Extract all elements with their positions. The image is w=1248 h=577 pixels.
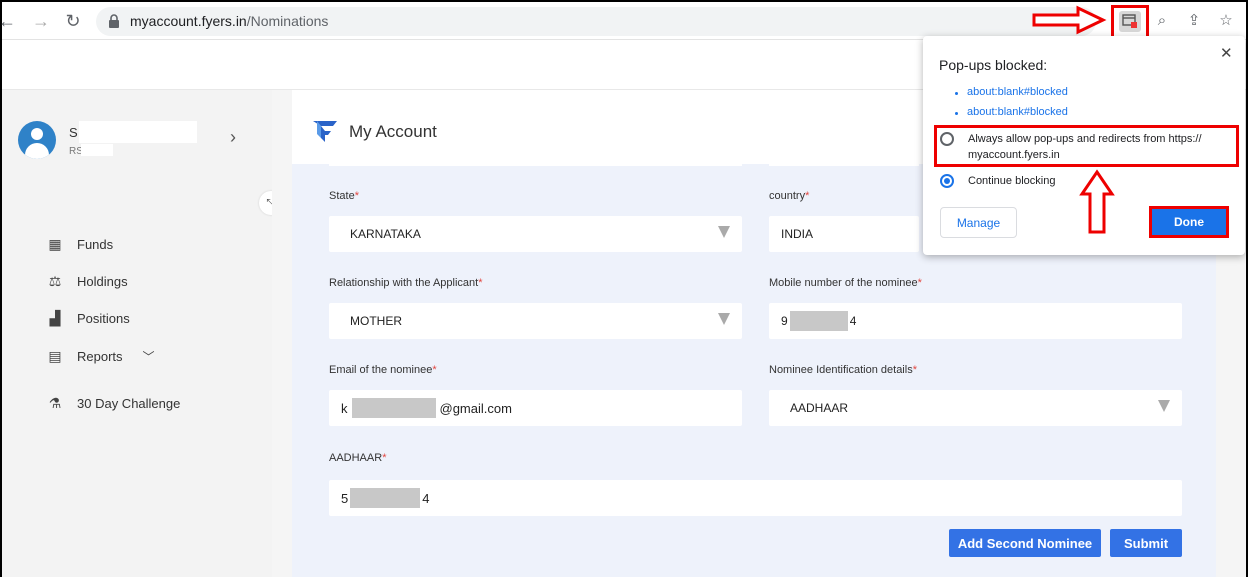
email-input[interactable]: k @gmail.com [329,390,742,426]
sidebar-item-30-day-challenge[interactable]: ⚗ 30 Day Challenge [46,393,181,413]
sidebar-item-positions[interactable]: ▟ Positions [46,308,130,328]
id-label: Nominee Identification details* [769,364,917,376]
back-button[interactable]: ← [0,10,18,32]
bookmark-star-icon[interactable]: ☆ [1216,11,1236,31]
continue-blocking-label: Continue blocking [968,175,1056,187]
user-name: S [69,125,78,140]
redaction-mask [350,488,421,508]
positions-icon: ▟ [49,310,61,326]
user-id-redaction [81,144,113,156]
avatar[interactable] [18,121,56,159]
allow-popups-label: Always allow pop-ups and redirects from … [968,133,1202,161]
continue-blocking-radio[interactable] [940,174,954,188]
blocked-link-1[interactable]: about:blank#blocked [967,86,1068,98]
share-icon[interactable]: ⇪ [1184,11,1204,31]
sidebar-item-funds[interactable]: ▦ Funds [46,234,113,254]
sidebar: S RS › ⤡ ▦ Funds ⚖ Holdings ▟ Positions … [2,90,283,577]
popup-blocked-icon [1122,14,1137,28]
page-title: My Account [349,122,437,141]
email-label: Email of the nominee* [329,364,437,376]
mobile-label: Mobile number of the nominee* [769,277,922,289]
annotation-arrow-right [1032,5,1107,35]
country-label: country* [769,190,810,202]
flask-icon: ⚗ [48,395,62,411]
state-select[interactable]: KARNATAKA [329,216,742,252]
url-text: myaccount.fyers.in/Nominations [130,13,329,29]
reports-icon: ▤ [48,348,62,364]
id-select[interactable]: AADHAAR [769,390,1182,426]
blocked-link-2[interactable]: about:blank#blocked [967,106,1068,118]
user-name-redaction [79,121,197,143]
dropdown-caret-icon [1158,400,1170,412]
mobile-input[interactable]: 9 4 [769,303,1182,339]
popup-blocked-button[interactable] [1119,11,1141,32]
allow-popups-radio[interactable] [940,132,954,146]
country-input[interactable]: INDIA [769,216,919,252]
redaction-mask [351,398,436,418]
add-second-nominee-button[interactable]: Add Second Nominee [949,529,1101,557]
dropdown-caret-icon [718,313,730,325]
holdings-icon: ⚖ [48,273,62,289]
field-partial-right [769,156,919,166]
address-bar[interactable]: myaccount.fyers.in/Nominations [96,7,1096,36]
chevron-right-icon[interactable]: › [230,127,236,148]
aadhaar-input[interactable]: 5 4 [329,480,1182,516]
funds-icon: ▦ [48,236,62,252]
field-partial-left [329,156,742,166]
sidebar-item-reports[interactable]: ▤ Reports ﹀ [46,346,155,366]
done-button[interactable]: Done [1149,206,1229,238]
redaction-mask [789,311,848,331]
annotation-arrow-up [1079,169,1115,234]
manage-button[interactable]: Manage [940,207,1017,238]
sidebar-item-holdings[interactable]: ⚖ Holdings [46,271,128,291]
forward-button[interactable]: → [30,10,52,32]
dialog-title: Pop-ups blocked: [939,57,1048,73]
submit-button[interactable]: Submit [1110,529,1182,557]
aadhaar-label: AADHAAR* [329,452,387,464]
relationship-select[interactable]: MOTHER [329,303,742,339]
state-label: State* [329,190,359,202]
zoom-icon[interactable]: ⌕ [1152,11,1172,31]
lock-icon [109,14,119,28]
bullet [955,112,958,115]
chevron-down-icon: ﹀ [142,349,155,364]
close-icon[interactable]: ✕ [1220,44,1233,62]
bullet [955,92,958,95]
relationship-label: Relationship with the Applicant* [329,277,483,289]
dropdown-caret-icon [718,226,730,238]
reload-button[interactable]: ↻ [62,10,84,32]
fyers-logo [313,121,337,142]
